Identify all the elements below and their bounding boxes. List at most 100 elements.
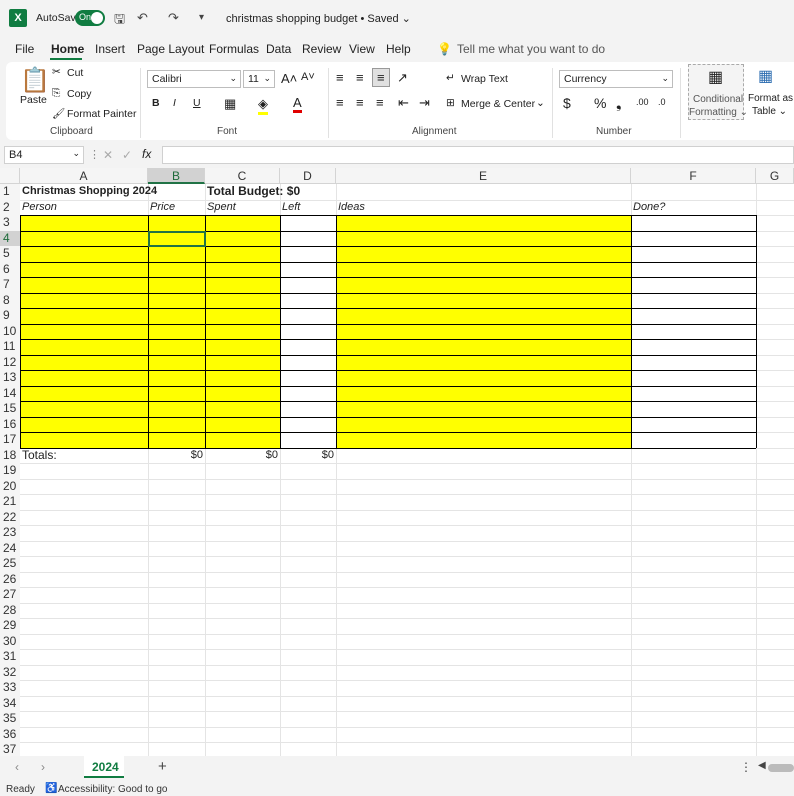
autosave-toggle[interactable]: On: [75, 10, 105, 26]
redo-icon[interactable]: ↷: [168, 10, 179, 26]
underline-button[interactable]: U: [193, 97, 201, 109]
row-header-24[interactable]: 24: [0, 540, 20, 556]
row-header-5[interactable]: 5: [0, 246, 20, 262]
row-header-11[interactable]: 11: [0, 339, 20, 355]
bold-button[interactable]: B: [152, 97, 160, 109]
decrease-decimal-icon[interactable]: .0: [658, 97, 666, 107]
format-painter-icon[interactable]: 🖌: [52, 107, 65, 120]
tab-file[interactable]: File: [15, 42, 34, 56]
row-header-1[interactable]: 1: [0, 184, 20, 200]
name-box[interactable]: B4 ⌄: [4, 146, 84, 164]
undo-icon[interactable]: ↶: [137, 10, 148, 26]
sheet-tab-2024[interactable]: 2024: [84, 756, 124, 778]
merge-center-button[interactable]: Merge & Center: [461, 98, 535, 110]
increase-indent-icon[interactable]: ⇥: [419, 95, 430, 111]
column-header-d[interactable]: D: [280, 168, 336, 184]
row-header-34[interactable]: 34: [0, 695, 20, 711]
copy-icon[interactable]: ⎘: [52, 87, 60, 100]
tab-help[interactable]: Help: [386, 42, 411, 56]
paste-icon[interactable]: 📋: [20, 66, 50, 95]
column-header-g[interactable]: G: [756, 168, 794, 184]
row-header-30[interactable]: 30: [0, 633, 20, 649]
row-header-26[interactable]: 26: [0, 571, 20, 587]
font-color-icon[interactable]: A: [293, 95, 302, 113]
format-as-table-button[interactable]: ▦ Format as Table ⌄: [746, 64, 794, 120]
fill-color-icon[interactable]: ◈: [258, 96, 268, 115]
tab-home[interactable]: Home: [51, 42, 84, 56]
tell-me-search[interactable]: Tell me what you want to do: [457, 42, 605, 56]
tab-review[interactable]: Review: [302, 42, 341, 56]
row-header-20[interactable]: 20: [0, 478, 20, 494]
column-header-e[interactable]: E: [336, 168, 631, 184]
cell-c1[interactable]: Total Budget: $0: [205, 184, 425, 199]
orientation-icon[interactable]: ↗: [397, 70, 408, 86]
row-header-2[interactable]: 2: [0, 199, 20, 215]
cancel-icon[interactable]: ✕: [103, 148, 113, 162]
row-header-10[interactable]: 10: [0, 323, 20, 339]
cell-d18[interactable]: $0: [280, 448, 336, 463]
document-title[interactable]: christmas shopping budget • Saved ⌄: [226, 12, 411, 25]
row-header-22[interactable]: 22: [0, 509, 20, 525]
row-header-14[interactable]: 14: [0, 385, 20, 401]
wrap-text-icon[interactable]: ↵: [446, 72, 455, 84]
row-header-19[interactable]: 19: [0, 463, 20, 479]
row-header-27[interactable]: 27: [0, 587, 20, 603]
wrap-text-button[interactable]: Wrap Text: [461, 73, 508, 85]
active-cell-selection[interactable]: [148, 230, 206, 247]
align-right-icon[interactable]: ≡: [376, 95, 384, 110]
decrease-font-icon[interactable]: A˅: [301, 71, 315, 83]
formula-input[interactable]: [162, 146, 794, 164]
confirm-icon[interactable]: ✓: [122, 148, 132, 162]
column-header-a[interactable]: A: [20, 168, 148, 184]
tab-view[interactable]: View: [349, 42, 375, 56]
currency-button[interactable]: $: [563, 95, 571, 111]
align-top-icon[interactable]: ≡: [336, 70, 344, 85]
worksheet-grid[interactable]: ABCDEFG 1 2 3 4 5 6 7 8 9 10 11 12 13 14 15 16 17 18 19 20 2…: [0, 168, 794, 756]
italic-button[interactable]: I: [173, 97, 176, 109]
row-header-12[interactable]: 12: [0, 354, 20, 370]
decrease-indent-icon[interactable]: ⇤: [398, 95, 409, 111]
tab-insert[interactable]: Insert: [95, 42, 125, 56]
row-header-36[interactable]: 36: [0, 726, 20, 742]
row-header-31[interactable]: 31: [0, 649, 20, 665]
column-header-f[interactable]: F: [631, 168, 756, 184]
row-header-3[interactable]: 3: [0, 215, 20, 231]
scroll-right-icon[interactable]: ›: [41, 760, 45, 774]
row-header-16[interactable]: 16: [0, 416, 20, 432]
row-header-37[interactable]: 37: [0, 742, 20, 756]
row-header-17[interactable]: 17: [0, 432, 20, 448]
number-format-select[interactable]: Currency ⌄: [559, 70, 673, 88]
conditional-formatting-button[interactable]: ▦ Conditional Formatting ⌄: [688, 64, 748, 120]
row-header-18[interactable]: 18: [0, 447, 20, 463]
cell-e2[interactable]: Ideas: [336, 200, 556, 215]
row-header-15[interactable]: 15: [0, 401, 20, 417]
percent-button[interactable]: %: [594, 95, 606, 111]
scroll-left-icon[interactable]: ‹: [15, 760, 19, 774]
font-size-select[interactable]: 11 ⌄: [243, 70, 275, 88]
row-header-32[interactable]: 32: [0, 664, 20, 680]
comma-style-button[interactable]: ❟: [616, 95, 622, 112]
add-sheet-button[interactable]: +: [158, 758, 167, 775]
row-header-23[interactable]: 23: [0, 525, 20, 541]
column-header-c[interactable]: C: [205, 168, 280, 184]
row-header-8[interactable]: 8: [0, 292, 20, 308]
save-icon[interactable]: 🖫: [114, 10, 125, 32]
select-all-corner[interactable]: [0, 168, 20, 184]
row-header-35[interactable]: 35: [0, 711, 20, 727]
align-middle-icon[interactable]: ≡: [356, 70, 364, 85]
paste-button[interactable]: Paste: [20, 94, 47, 106]
chevron-down-icon[interactable]: ⌄: [536, 97, 545, 109]
cut-icon[interactable]: ✂: [52, 66, 61, 78]
row-header-13[interactable]: 13: [0, 370, 20, 386]
row-header-28[interactable]: 28: [0, 602, 20, 618]
row-header-21[interactable]: 21: [0, 494, 20, 510]
row-header-7[interactable]: 7: [0, 277, 20, 293]
increase-font-icon[interactable]: A˄: [281, 71, 297, 86]
customize-toolbar-icon[interactable]: ▾: [199, 12, 204, 23]
increase-decimal-icon[interactable]: .00: [636, 97, 649, 107]
row-header-25[interactable]: 25: [0, 556, 20, 572]
tab-page-layout[interactable]: Page Layout: [137, 42, 204, 56]
align-left-icon[interactable]: ≡: [336, 95, 344, 110]
merge-center-icon[interactable]: ⊞: [446, 97, 455, 109]
scroll-left-icon[interactable]: ◀: [758, 760, 766, 771]
